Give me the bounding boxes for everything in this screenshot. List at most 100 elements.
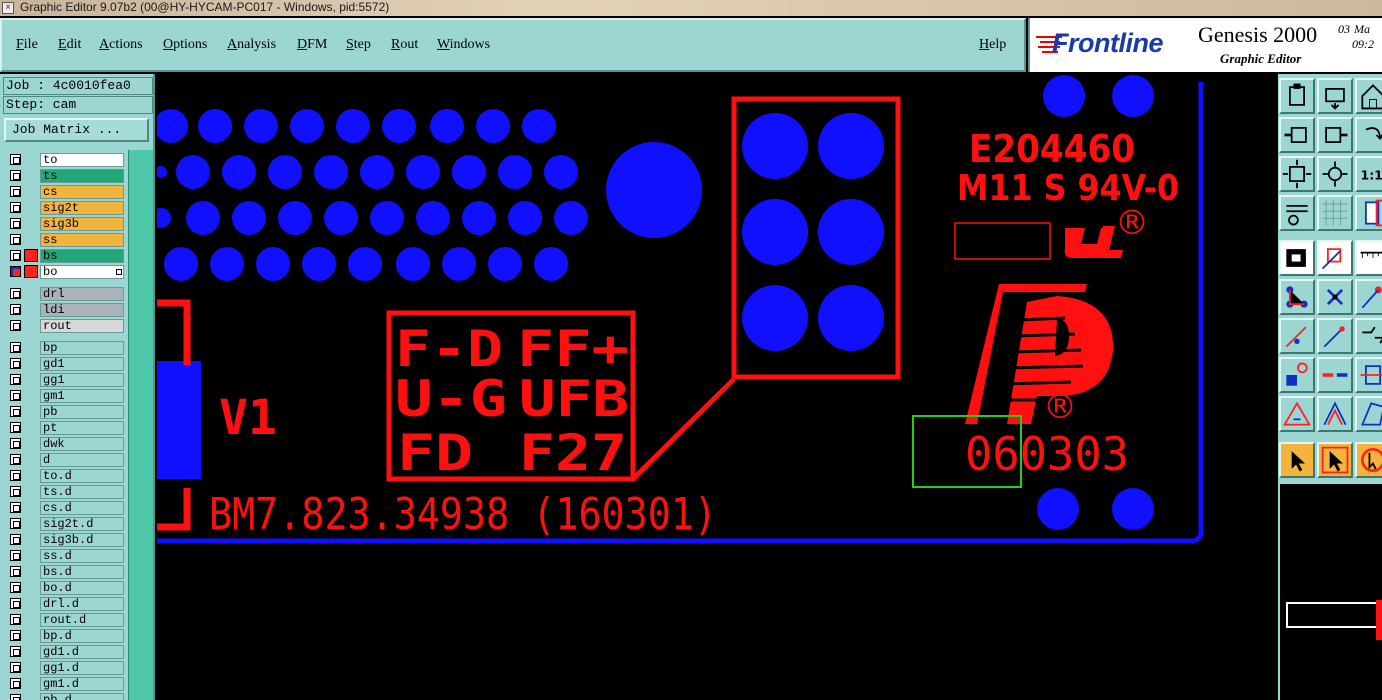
layer-name[interactable]: sig3b xyxy=(40,217,124,231)
layer-name[interactable]: to.d xyxy=(40,469,124,483)
layer-name[interactable]: pb.d xyxy=(40,693,124,700)
fit-profile-button[interactable] xyxy=(1317,156,1353,192)
layer-row-pt[interactable]: pt xyxy=(4,420,126,435)
menu-dfm[interactable]: DFM xyxy=(297,37,327,53)
measure-button[interactable] xyxy=(1279,195,1315,231)
angle-button[interactable] xyxy=(1317,396,1353,432)
layer-checkbox[interactable] xyxy=(10,266,21,277)
layer-name[interactable]: ss xyxy=(40,233,124,247)
layer-checkbox[interactable] xyxy=(10,646,21,657)
layer-scrollbar[interactable] xyxy=(128,150,153,700)
layer-checkbox[interactable] xyxy=(10,218,21,229)
layer-checkbox[interactable] xyxy=(10,470,21,481)
layer-checkbox[interactable] xyxy=(10,170,21,181)
layer-checkbox[interactable] xyxy=(10,486,21,497)
menu-actions[interactable]: Actions xyxy=(99,37,143,53)
layer-row-gd1[interactable]: gd1 xyxy=(4,356,126,371)
layer-name[interactable]: d xyxy=(40,453,124,467)
layer-checkbox[interactable] xyxy=(10,250,21,261)
layer-name[interactable]: bo.d xyxy=(40,581,124,595)
layer-checkbox[interactable] xyxy=(10,614,21,625)
layer-row-bo-d[interactable]: bo.d xyxy=(4,580,126,595)
layer-row-drl[interactable]: drl xyxy=(4,286,126,301)
layer-row-to[interactable]: to xyxy=(4,152,126,167)
draw-line-button[interactable] xyxy=(1317,318,1353,354)
polygon-button[interactable] xyxy=(1355,396,1382,432)
menu-windows[interactable]: Windows xyxy=(437,37,490,53)
layer-checkbox[interactable] xyxy=(10,154,21,165)
layer-checkbox[interactable] xyxy=(10,406,21,417)
layer-checkbox[interactable] xyxy=(10,358,21,369)
select-box-button[interactable] xyxy=(1317,442,1353,478)
layer-checkbox[interactable] xyxy=(10,422,21,433)
zoom-home-button[interactable] xyxy=(1279,78,1315,114)
rotate-button[interactable] xyxy=(1355,442,1382,478)
layer-name[interactable]: gg1 xyxy=(40,373,124,387)
layer-row-ts[interactable]: ts xyxy=(4,168,126,183)
layer-row-ss-d[interactable]: ss.d xyxy=(4,548,126,563)
layer-checkbox[interactable] xyxy=(10,438,21,449)
layer-name[interactable]: bo xyxy=(40,265,124,279)
menu-options[interactable]: Options xyxy=(163,37,207,53)
layer-name[interactable]: gd1 xyxy=(40,357,124,371)
job-matrix-button[interactable]: Job Matrix ... xyxy=(4,118,149,142)
layer-row-to-d[interactable]: to.d xyxy=(4,468,126,483)
refresh-button[interactable] xyxy=(1355,117,1382,153)
layer-row-gm1[interactable]: gm1 xyxy=(4,388,126,403)
pointer-button[interactable] xyxy=(1279,442,1315,478)
menu-help[interactable]: Help xyxy=(979,37,1006,53)
layer-row-sig2t-d[interactable]: sig2t.d xyxy=(4,516,126,531)
layer-name[interactable]: cs xyxy=(40,185,124,199)
layer-row-drl-d[interactable]: drl.d xyxy=(4,596,126,611)
layer-name[interactable]: gd1.d xyxy=(40,645,124,659)
menu-step[interactable]: Step xyxy=(346,37,371,53)
home-button[interactable] xyxy=(1355,78,1382,114)
layer-name[interactable]: drl.d xyxy=(40,597,124,611)
layer-name[interactable]: ts xyxy=(40,169,124,183)
layer-row-pb[interactable]: pb xyxy=(4,404,126,419)
route-button[interactable] xyxy=(1355,318,1382,354)
layer-name[interactable]: ldi xyxy=(40,303,124,317)
layer-checkbox[interactable] xyxy=(10,694,21,700)
layer-name[interactable]: drl xyxy=(40,287,124,301)
layer-name[interactable]: rout.d xyxy=(40,613,124,627)
layer-name[interactable]: dwk xyxy=(40,437,124,451)
layer-checkbox[interactable] xyxy=(10,534,21,545)
menu-edit[interactable]: Edit xyxy=(58,37,81,53)
menu-rout[interactable]: Rout xyxy=(391,37,418,53)
layer-name[interactable]: rout xyxy=(40,319,124,333)
layer-checkbox[interactable] xyxy=(10,186,21,197)
layer-checkbox[interactable] xyxy=(10,390,21,401)
cut-button[interactable] xyxy=(1317,357,1353,393)
layer-row-bs[interactable]: bs xyxy=(4,248,126,263)
layer-row-dwk[interactable]: dwk xyxy=(4,436,126,451)
layer-name[interactable]: to xyxy=(40,153,124,167)
ruler-button[interactable] xyxy=(1355,240,1382,276)
triangle-button[interactable] xyxy=(1279,396,1315,432)
layer-row-pb-d[interactable]: pb.d xyxy=(4,692,126,700)
connect-button[interactable] xyxy=(1279,279,1315,315)
grid-button[interactable] xyxy=(1317,195,1353,231)
layer-row-gm1-d[interactable]: gm1.d xyxy=(4,676,126,691)
layer-row-bo[interactable]: bo xyxy=(4,264,126,279)
layer-name[interactable]: bs xyxy=(40,249,124,263)
layer-checkbox[interactable] xyxy=(10,662,21,673)
layer-name[interactable]: bp xyxy=(40,341,124,355)
layer-checkbox[interactable] xyxy=(10,630,21,641)
delete-button[interactable] xyxy=(1317,279,1353,315)
graphic-canvas[interactable]: F-D FF+ U-G UFB FD F27 V1 BM7.823.34938 … xyxy=(157,74,1277,700)
layer-checkbox[interactable] xyxy=(10,304,21,315)
layer-row-sig3b[interactable]: sig3b xyxy=(4,216,126,231)
pad-button[interactable] xyxy=(1279,357,1315,393)
scale-1to1-button[interactable]: 1:1 xyxy=(1355,156,1382,192)
layer-row-bs-d[interactable]: bs.d xyxy=(4,564,126,579)
layer-name[interactable]: sig2t.d xyxy=(40,517,124,531)
layer-name[interactable]: sig2t xyxy=(40,201,124,215)
menu-file[interactable]: File xyxy=(16,37,38,53)
layer-checkbox[interactable] xyxy=(10,288,21,299)
layer-row-ss[interactable]: ss xyxy=(4,232,126,247)
layer-checkbox[interactable] xyxy=(10,202,21,213)
layer-row-ldi[interactable]: ldi xyxy=(4,302,126,317)
layer-checkbox[interactable] xyxy=(10,320,21,331)
layer-row-bp[interactable]: bp xyxy=(4,340,126,355)
